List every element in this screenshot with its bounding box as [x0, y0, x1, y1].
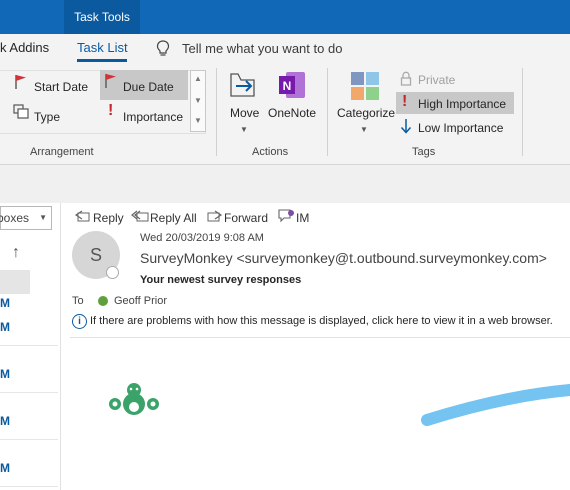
selected-list-item[interactable] — [0, 270, 30, 294]
list-divider — [0, 392, 58, 393]
high-importance-button[interactable]: High Importance — [418, 97, 506, 111]
flag-icon — [15, 75, 26, 89]
chevron-down-icon: ▼ — [39, 213, 47, 222]
chevron-down-icon[interactable]: ▼ — [360, 125, 368, 134]
sort-arrow-up-icon[interactable]: ↑ — [12, 244, 20, 262]
chevron-up-icon[interactable]: ▲ — [194, 74, 202, 83]
tab-addins[interactable]: k Addins — [0, 40, 49, 55]
move-button[interactable]: Move — [230, 106, 259, 120]
due-date-button[interactable]: Due Date — [123, 80, 174, 94]
arrow-down-icon — [400, 119, 412, 134]
start-date-button[interactable]: Start Date — [34, 80, 88, 94]
high-importance-icon: ! — [402, 93, 408, 110]
active-tab-indicator — [77, 59, 127, 62]
lock-icon — [400, 71, 412, 86]
chevron-down-icon[interactable]: ▼ — [240, 125, 248, 134]
message-subject: Your newest survey responses — [140, 274, 302, 286]
importance-button[interactable]: Importance — [123, 110, 183, 124]
ribbon-separator — [216, 68, 217, 156]
tab-task-list[interactable]: Task List — [77, 40, 128, 55]
reply-all-icon — [131, 210, 149, 222]
list-divider — [0, 486, 58, 487]
type-icon — [13, 104, 29, 119]
list-item[interactable]: M — [0, 461, 10, 475]
header-divider — [70, 337, 570, 338]
tags-group-label: Tags — [412, 146, 436, 158]
categorize-button[interactable]: Categorize — [337, 106, 395, 120]
im-icon — [278, 209, 294, 223]
list-divider — [0, 439, 58, 440]
to-label: To — [72, 295, 84, 307]
im-button[interactable]: IM — [296, 211, 309, 225]
private-button[interactable]: Private — [418, 73, 455, 87]
low-importance-button[interactable]: Low Importance — [418, 121, 503, 135]
list-item[interactable]: M — [0, 320, 10, 334]
presence-indicator — [106, 266, 119, 279]
info-icon: i — [72, 314, 87, 329]
lightbulb-icon — [156, 40, 170, 56]
chevron-down-icon[interactable]: ▼ — [194, 96, 202, 105]
type-button[interactable]: Type — [34, 110, 60, 124]
surveymonkey-logo-icon — [109, 383, 159, 415]
categorize-icon — [351, 72, 379, 100]
message-date: Wed 20/03/2019 9:08 AM — [140, 232, 264, 244]
reply-button[interactable]: Reply — [93, 211, 124, 225]
task-list-pane — [0, 203, 61, 490]
ribbon-separator — [522, 68, 523, 156]
ribbon-separator — [327, 68, 328, 156]
decorative-swoosh — [421, 384, 570, 426]
importance-icon: ! — [108, 102, 114, 119]
arrangement-group-label: Arrangement — [30, 146, 94, 158]
more-icon[interactable]: ▼ — [194, 116, 202, 125]
list-item[interactable]: M — [0, 414, 10, 428]
onenote-button[interactable]: OneNote — [268, 106, 316, 120]
forward-button[interactable]: Forward — [224, 211, 268, 225]
list-item[interactable]: M — [0, 296, 10, 310]
actions-group-label: Actions — [252, 146, 289, 158]
move-icon — [230, 73, 255, 97]
task-tools-context-tab[interactable]: Task Tools — [64, 0, 140, 34]
svg-text:N: N — [283, 79, 292, 93]
list-item[interactable]: M — [0, 367, 10, 381]
reply-all-button[interactable]: Reply All — [150, 211, 197, 225]
list-divider — [0, 345, 58, 346]
reply-icon — [74, 210, 90, 222]
ribbon-footer-band — [0, 165, 570, 203]
check-presence-icon — [98, 296, 108, 306]
mailbox-select[interactable]: boxes ▼ — [0, 206, 52, 230]
mailbox-select-value: boxes — [0, 211, 30, 225]
tell-me-search[interactable]: Tell me what you want to do — [182, 41, 342, 56]
info-bar[interactable]: If there are problems with how this mess… — [90, 315, 553, 327]
flag-icon — [105, 74, 116, 88]
sender-address[interactable]: SurveyMonkey <surveymonkey@t.outbound.su… — [140, 250, 547, 266]
recipient-name[interactable]: Geoff Prior — [114, 295, 167, 307]
forward-icon — [207, 210, 223, 222]
onenote-icon: N — [279, 72, 305, 98]
